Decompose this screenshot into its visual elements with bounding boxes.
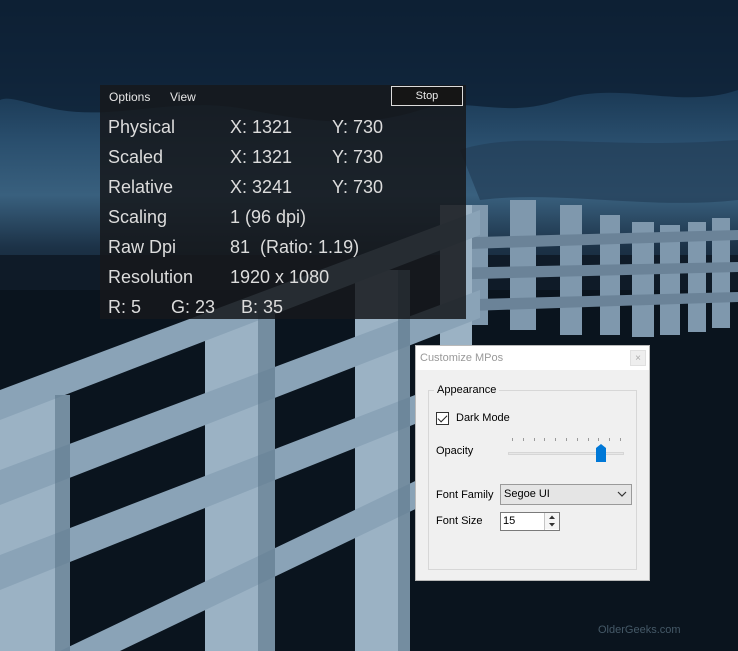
scaling-value: 1 (96 dpi) xyxy=(230,207,307,227)
physical-x: X: 1321 xyxy=(230,117,293,137)
opacity-slider-tick xyxy=(566,438,567,441)
font-family-select[interactable]: Segoe UI xyxy=(500,484,632,505)
spin-down-icon[interactable] xyxy=(545,521,559,529)
opacity-slider-tick xyxy=(533,438,535,441)
raw-dpi-value: 81 (Ratio: 1.19) xyxy=(230,237,360,257)
chevron-down-icon xyxy=(617,491,627,497)
opacity-slider-tick xyxy=(522,438,524,441)
overlay-menu-bar: Options View Stop xyxy=(100,85,466,109)
physical-y: Y: 730 xyxy=(332,117,384,137)
opacity-slider-tick xyxy=(587,438,589,441)
relative-x: X: 3241 xyxy=(230,177,293,197)
appearance-group-label: Appearance xyxy=(434,384,500,396)
font-size-label: Font Size xyxy=(436,515,483,527)
font-size-stepper[interactable]: 15 xyxy=(500,512,560,531)
physical-label: Physical xyxy=(108,117,176,137)
opacity-slider-tick xyxy=(598,438,600,441)
rgb-red-value: R: 5 xyxy=(108,297,142,317)
opacity-slider-tick xyxy=(576,438,578,441)
opacity-label: Opacity xyxy=(436,445,474,457)
opacity-slider-tick xyxy=(544,438,546,441)
relative-label: Relative xyxy=(108,177,174,197)
dialog-title-bar[interactable]: Customize MPos × xyxy=(416,346,649,370)
opacity-slider-track[interactable] xyxy=(508,452,624,455)
relative-y: Y: 730 xyxy=(332,177,384,197)
font-family-label: Font Family xyxy=(436,489,494,501)
customize-dialog: Customize MPos × Appearance Dark Mode Op… xyxy=(415,345,650,581)
scaled-label: Scaled xyxy=(108,147,164,167)
menu-view[interactable]: View xyxy=(170,90,196,104)
scaled-y: Y: 730 xyxy=(332,147,384,167)
resolution-label: Resolution xyxy=(108,267,194,287)
scaling-label: Scaling xyxy=(108,207,168,227)
dark-mode-label: Dark Mode xyxy=(456,412,510,424)
mpos-overlay-window: Options View Stop Physical X: 1321 Y: 73… xyxy=(100,85,466,319)
watermark: OlderGeeks.com xyxy=(598,624,681,636)
opacity-slider-thumb[interactable] xyxy=(595,444,606,462)
opacity-slider-tick xyxy=(555,438,557,441)
font-family-value: Segoe UI xyxy=(504,488,550,500)
resolution-value: 1920 x 1080 xyxy=(230,267,330,287)
rgb-blue-value: B: 35 xyxy=(241,297,284,317)
dark-mode-checkbox[interactable] xyxy=(436,412,449,425)
dialog-title: Customize MPos xyxy=(420,352,504,364)
opacity-slider-tick xyxy=(512,438,513,441)
font-size-spin-buttons xyxy=(544,513,559,530)
font-size-value: 15 xyxy=(503,515,516,527)
stop-button[interactable]: Stop xyxy=(391,86,463,106)
opacity-slider-tick xyxy=(620,438,621,441)
menu-options[interactable]: Options xyxy=(109,90,150,104)
close-icon[interactable]: × xyxy=(630,350,646,366)
scaled-x: X: 1321 xyxy=(230,147,293,167)
raw-dpi-label: Raw Dpi xyxy=(108,237,177,257)
opacity-slider-tick xyxy=(609,438,611,441)
rgb-green-value: G: 23 xyxy=(171,297,216,317)
